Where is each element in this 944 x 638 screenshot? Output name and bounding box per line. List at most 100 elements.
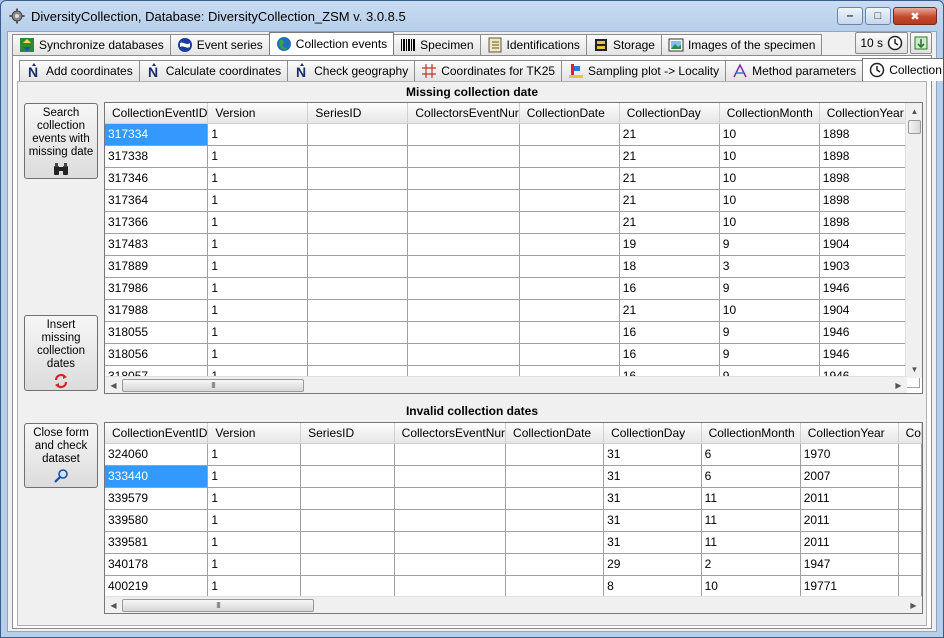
table-cell[interactable]: 10 [719, 211, 820, 234]
table-cell[interactable] [407, 233, 520, 256]
table-cell[interactable]: 1 [207, 211, 309, 234]
table-cell[interactable]: 1 [207, 277, 309, 300]
table-cell[interactable] [394, 509, 507, 532]
invalid-date-grid[interactable]: CollectionEventID Version SeriesID Collecto… [104, 422, 923, 614]
table-cell[interactable]: 3 [719, 255, 820, 278]
table-cell[interactable]: 6 [701, 465, 801, 488]
close-window-button[interactable]: ✖ [893, 7, 937, 25]
table-cell[interactable]: 1 [207, 255, 309, 278]
table-row[interactable]: 339579 1 31 11 2011 [105, 487, 922, 510]
table-cell[interactable] [898, 465, 922, 488]
table-row[interactable]: 317988 1 21 10 1904 [105, 299, 920, 322]
table-cell[interactable] [407, 123, 520, 146]
tab-calculate-coordinates[interactable]: N Calculate coordinates [138, 60, 289, 81]
table-cell[interactable]: 2011 [800, 487, 899, 510]
table-cell[interactable]: 339579 [105, 487, 209, 510]
timer-button[interactable]: 10 s [855, 32, 908, 54]
table-cell[interactable] [307, 189, 409, 212]
table-cell[interactable] [307, 211, 409, 234]
column-header[interactable]: CollectionMonth [701, 423, 801, 444]
table-cell[interactable] [394, 465, 507, 488]
table-cell[interactable]: 1 [207, 233, 309, 256]
table-row[interactable]: 324060 1 31 6 1970 [105, 443, 922, 466]
column-header[interactable]: Version [207, 423, 302, 444]
scroll-left-arrow[interactable]: ◀ [105, 377, 122, 393]
table-cell[interactable]: 21 [619, 145, 720, 168]
table-cell[interactable]: 2011 [800, 531, 899, 554]
table-cell[interactable] [519, 277, 620, 300]
table-cell[interactable] [394, 443, 507, 466]
missing-date-grid[interactable]: CollectionEventID Version SeriesID Collecto… [104, 102, 923, 394]
table-cell[interactable]: 1 [207, 553, 302, 576]
table-cell[interactable]: 10 [719, 189, 820, 212]
tab-method-parameters[interactable]: Method parameters [725, 60, 864, 81]
table-cell[interactable]: 1 [207, 465, 302, 488]
table-cell[interactable]: 317889 [105, 255, 209, 278]
table-cell[interactable]: 1 [207, 343, 309, 366]
table-row[interactable]: 317334 1 21 10 1898 [105, 123, 920, 146]
table-cell[interactable] [519, 299, 620, 322]
table-cell[interactable]: 1 [207, 321, 309, 344]
table-cell[interactable] [898, 531, 922, 554]
scroll-thumb[interactable] [908, 120, 921, 134]
table-row[interactable]: 340178 1 29 2 1947 [105, 553, 922, 576]
table-row[interactable]: 317483 1 19 9 1904 [105, 233, 920, 256]
table-cell[interactable] [394, 531, 507, 554]
table-cell[interactable]: 9 [719, 321, 820, 344]
column-header[interactable]: CollectionMonth [719, 103, 820, 124]
table-cell[interactable] [898, 553, 922, 576]
maximize-button[interactable]: □ [865, 7, 891, 25]
table-cell[interactable]: 16 [619, 343, 720, 366]
table-cell[interactable]: 8 [603, 575, 702, 598]
table-cell[interactable] [519, 233, 620, 256]
table-cell[interactable] [407, 277, 520, 300]
column-header[interactable]: CollectionDate [519, 103, 620, 124]
table-cell[interactable] [407, 343, 520, 366]
table-cell[interactable]: 1947 [800, 553, 899, 576]
table-cell[interactable] [307, 343, 409, 366]
column-header[interactable]: CollectorsEventNur [407, 103, 520, 124]
table-cell[interactable] [307, 123, 409, 146]
tab-storage[interactable]: Storage [585, 34, 662, 55]
table-cell[interactable] [300, 443, 395, 466]
table-cell[interactable]: 31 [603, 531, 702, 554]
table-cell[interactable]: 1970 [800, 443, 899, 466]
missing-vertical-scrollbar[interactable]: ▲ ▼ [905, 103, 922, 378]
table-cell[interactable] [407, 167, 520, 190]
table-cell[interactable] [394, 575, 507, 598]
table-cell[interactable]: 21 [619, 167, 720, 190]
table-row[interactable]: 317986 1 16 9 1946 [105, 277, 920, 300]
tab-sampling-plot-locality[interactable]: Sampling plot -> Locality [561, 60, 727, 81]
table-cell[interactable] [505, 553, 605, 576]
table-row[interactable]: 317889 1 18 3 1903 [105, 255, 920, 278]
table-cell[interactable]: 2007 [800, 465, 899, 488]
save-exit-button[interactable] [910, 32, 932, 54]
table-cell[interactable]: 16 [619, 277, 720, 300]
table-cell[interactable]: 10 [719, 167, 820, 190]
table-cell[interactable]: 21 [619, 123, 720, 146]
table-cell[interactable] [505, 575, 605, 598]
table-cell[interactable]: 339581 [105, 531, 209, 554]
close-and-check-button[interactable]: Close form and check dataset [24, 423, 98, 488]
table-cell[interactable]: 1 [207, 145, 309, 168]
column-header[interactable]: CollectionDay [603, 423, 702, 444]
table-cell[interactable]: 10 [719, 123, 820, 146]
table-cell[interactable] [407, 255, 520, 278]
table-cell[interactable] [898, 509, 922, 532]
table-cell[interactable]: 11 [701, 487, 801, 510]
scroll-thumb[interactable]: III [122, 379, 304, 392]
table-cell[interactable] [898, 443, 922, 466]
table-cell[interactable] [407, 299, 520, 322]
table-cell[interactable]: 19771 [800, 575, 899, 598]
table-cell[interactable]: 21 [619, 211, 720, 234]
table-cell[interactable]: 9 [719, 277, 820, 300]
table-row[interactable]: 317338 1 21 10 1898 [105, 145, 920, 168]
table-row[interactable]: 317366 1 21 10 1898 [105, 211, 920, 234]
table-cell[interactable]: 11 [701, 531, 801, 554]
table-cell[interactable]: 2 [701, 553, 801, 576]
table-cell[interactable] [505, 465, 605, 488]
table-cell[interactable] [300, 509, 395, 532]
table-cell[interactable]: 317334 [105, 123, 209, 146]
table-cell[interactable]: 21 [619, 189, 720, 212]
table-cell[interactable] [307, 255, 409, 278]
